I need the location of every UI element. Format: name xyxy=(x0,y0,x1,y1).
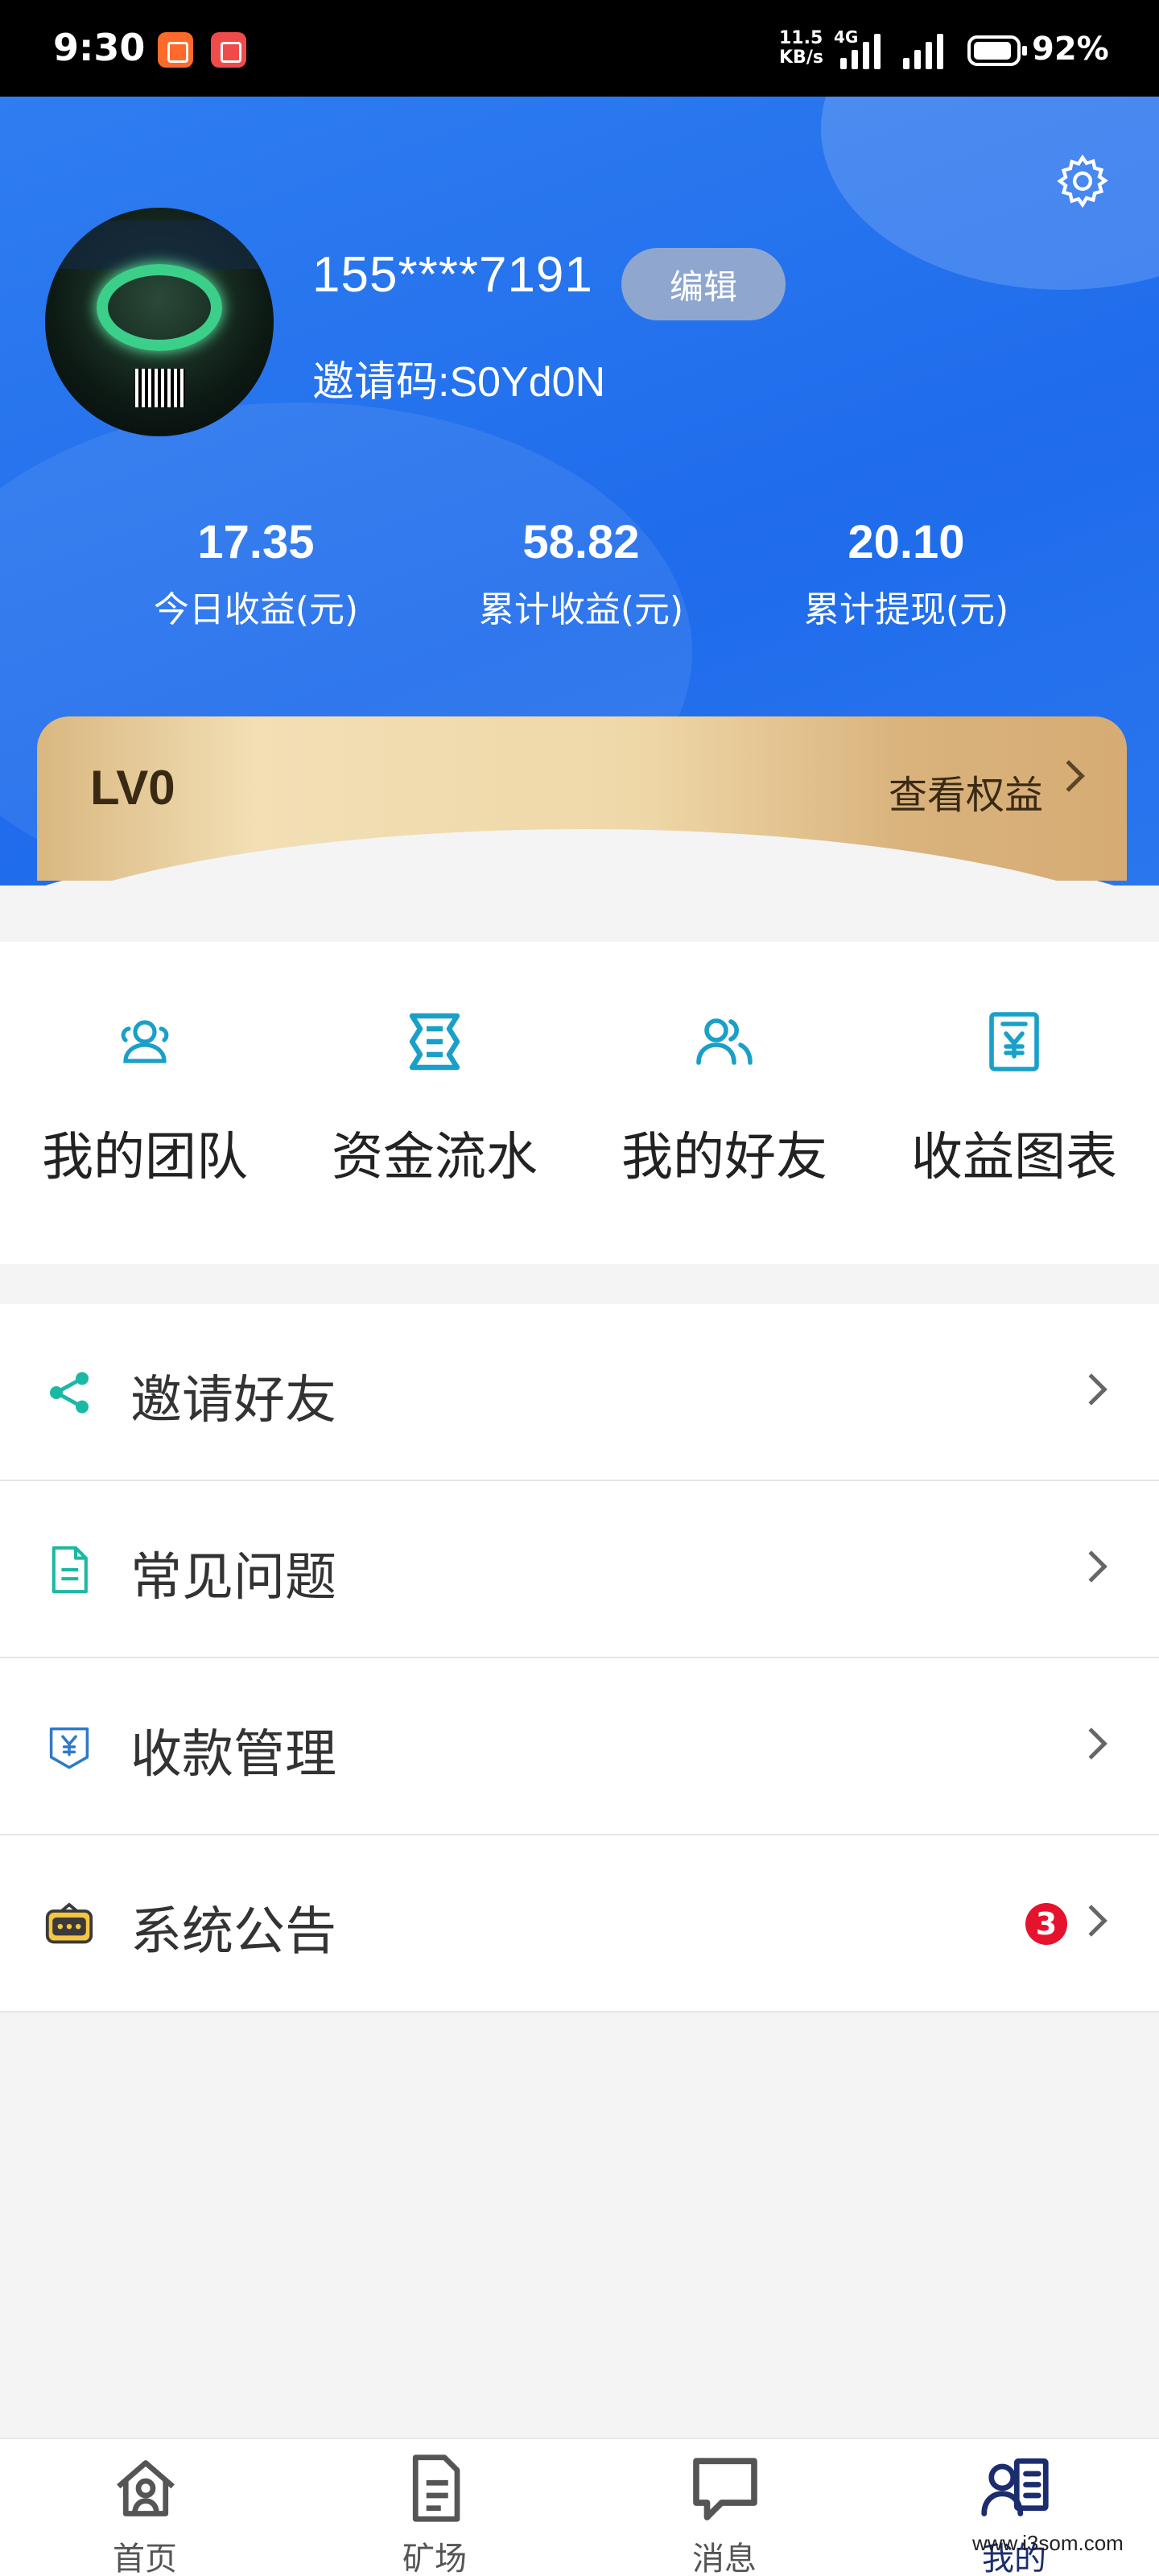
view-benefits-link[interactable]: 查看权益 xyxy=(889,763,1043,819)
quick-action-earnings-chart[interactable]: 收益图表 xyxy=(869,942,1159,1264)
quick-action-fund-flow[interactable]: 资金流水 xyxy=(290,942,580,1264)
yuan-tag-icon xyxy=(49,1727,89,1769)
quick-action-label: 我的好友 xyxy=(621,1128,827,1187)
menu-item-invite-friends[interactable]: 邀请好友 xyxy=(0,1304,1159,1481)
battery-percent: 92% xyxy=(1032,31,1109,68)
quick-action-my-friends[interactable]: 我的好友 xyxy=(580,942,869,1264)
menu-item-label: 邀请好友 xyxy=(130,1371,336,1430)
stat-value: 17.35 xyxy=(197,516,315,568)
tab-label: 消息 xyxy=(692,2541,757,2576)
stat-value: 58.82 xyxy=(522,516,640,568)
quick-action-label: 我的团队 xyxy=(42,1128,248,1187)
menu-item-label: 系统公告 xyxy=(130,1902,336,1962)
settings-menu: 邀请好友 常见问题 收款管理 系统公告 3 xyxy=(0,1304,1159,2013)
menu-item-label: 常见问题 xyxy=(130,1548,336,1608)
menu-item-label: 收款管理 xyxy=(130,1725,336,1785)
tab-label: 首页 xyxy=(113,2541,177,2576)
avatar-banner xyxy=(45,221,274,269)
menu-item-payment-management[interactable]: 收款管理 xyxy=(0,1658,1159,1835)
status-bar: 9:30 11.5 KB/s 4G 92% xyxy=(0,0,1159,97)
file-icon xyxy=(412,2454,460,2522)
tab-home[interactable]: 首页 xyxy=(0,2439,290,2576)
invite-code: 邀请码:S0Yd0N xyxy=(312,359,606,406)
quick-action-label: 资金流水 xyxy=(332,1128,538,1187)
avatar-qr xyxy=(135,369,185,407)
tab-label: 矿场 xyxy=(402,2541,467,2576)
quick-actions: 我的团队 资金流水 我的好友 收益图表 xyxy=(0,942,1159,1264)
quick-action-label: 收益图表 xyxy=(911,1128,1117,1187)
stat-total-earnings: 58.82 累计收益(元) xyxy=(412,515,750,632)
stat-total-withdrawn: 20.10 累计提现(元) xyxy=(737,515,1075,632)
chevron-right-icon xyxy=(1075,1373,1107,1406)
chevron-right-icon xyxy=(1053,760,1085,792)
user-phone: 155****7191 xyxy=(312,247,593,303)
yuan-receipt-icon xyxy=(989,1012,1039,1071)
signal-icon xyxy=(840,32,885,69)
app-notification-icon xyxy=(158,32,193,68)
edit-profile-button[interactable]: 编辑 xyxy=(621,248,786,320)
chevron-right-icon xyxy=(1075,1905,1107,1937)
ledger-icon xyxy=(409,1013,460,1071)
stat-value: 20.10 xyxy=(848,516,965,568)
quick-action-my-team[interactable]: 我的团队 xyxy=(0,942,290,1264)
level-card[interactable]: LV0 查看权益 xyxy=(37,716,1127,881)
avatar-logo-ring xyxy=(97,264,222,351)
level-name: LV0 xyxy=(90,761,175,815)
document-icon xyxy=(52,1546,88,1594)
stat-today-earnings: 17.35 今日收益(元) xyxy=(87,515,425,632)
avatar[interactable] xyxy=(45,208,274,436)
tab-messages[interactable]: 消息 xyxy=(580,2439,869,2576)
app-notification-icon xyxy=(211,32,246,68)
menu-item-faq[interactable]: 常见问题 xyxy=(0,1481,1159,1658)
stat-label: 今日收益(元) xyxy=(153,589,359,630)
unread-count-badge: 3 xyxy=(1025,1903,1067,1945)
home-icon xyxy=(117,2460,175,2516)
tab-mine-field[interactable]: 矿场 xyxy=(290,2439,580,2576)
settings-gear-icon[interactable] xyxy=(1053,151,1112,211)
stat-label: 累计收益(元) xyxy=(478,589,684,630)
watermark-text: www.i3som.com xyxy=(972,2531,1124,2555)
share-icon xyxy=(50,1372,89,1414)
announcement-icon xyxy=(45,1902,93,1944)
chevron-right-icon xyxy=(1075,1550,1107,1583)
menu-item-system-announcement[interactable]: 系统公告 3 xyxy=(0,1835,1159,2013)
friends-icon xyxy=(696,1018,753,1065)
status-time: 9:30 xyxy=(53,26,146,69)
signal-icon xyxy=(903,32,948,69)
battery-icon xyxy=(967,35,1027,66)
team-icon xyxy=(121,1020,169,1063)
chevron-right-icon xyxy=(1075,1728,1107,1760)
profile-icon xyxy=(981,2458,1049,2516)
chat-icon xyxy=(693,2458,757,2520)
stat-label: 累计提现(元) xyxy=(803,589,1009,630)
network-speed: 11.5 KB/s xyxy=(779,28,823,68)
